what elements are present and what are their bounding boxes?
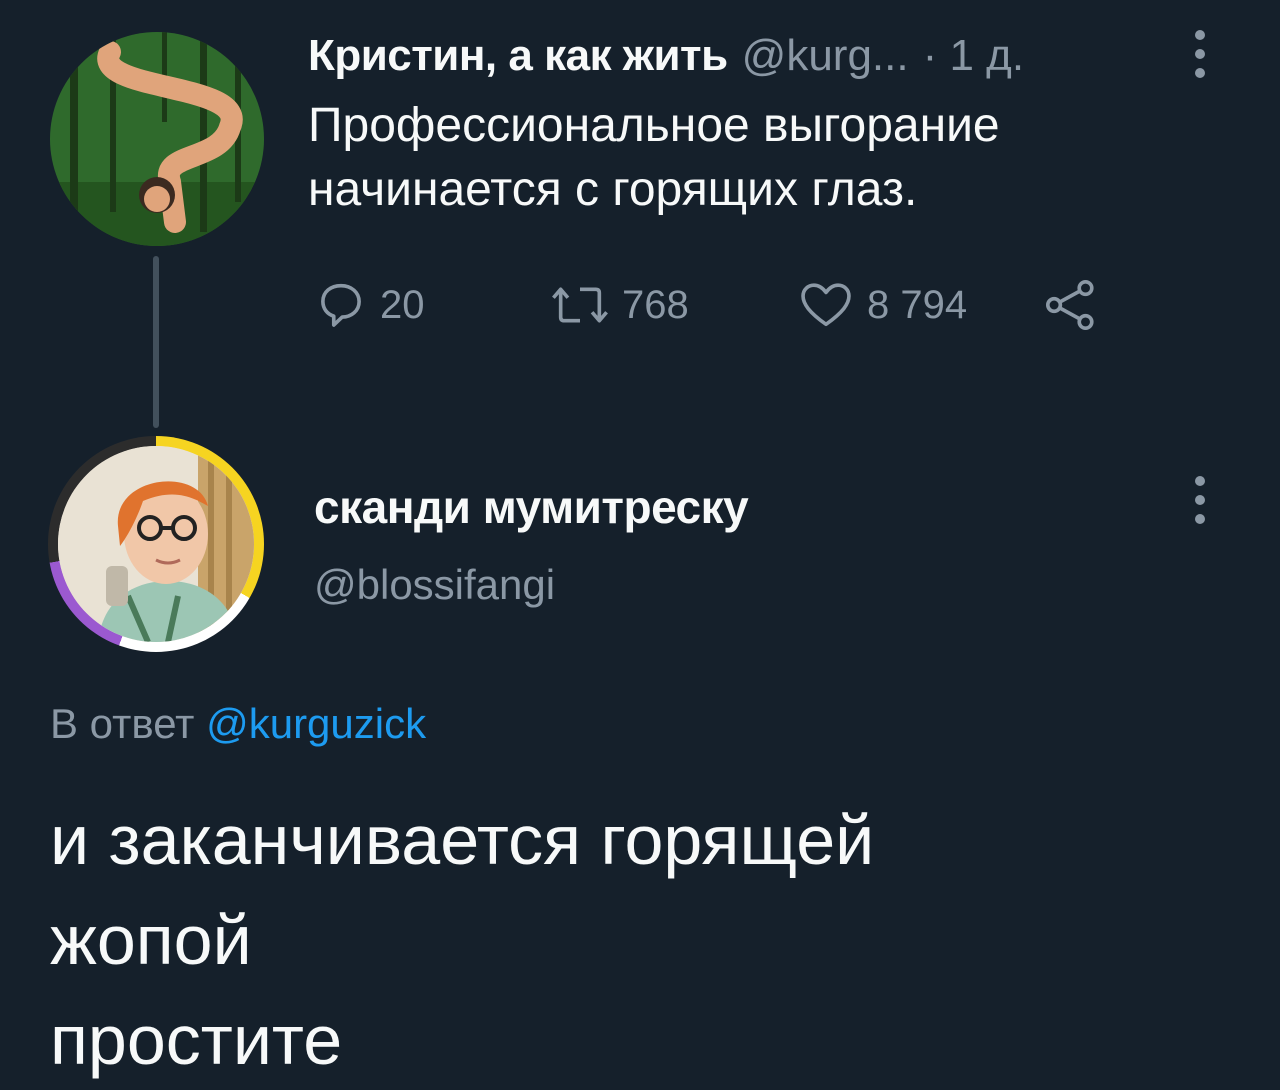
reply-context-label: В ответ: [50, 700, 195, 747]
reply-icon: [321, 283, 361, 327]
more-vertical-icon[interactable]: [1193, 476, 1207, 524]
like-button[interactable]: 8 794: [795, 276, 967, 334]
tweet-text-line: жопой: [50, 901, 252, 979]
more-vertical-icon[interactable]: [1193, 30, 1207, 78]
tweet-timestamp[interactable]: · 1 д.: [923, 31, 1024, 81]
author-handle[interactable]: @kurg...: [742, 31, 909, 81]
tweet-header: Кристин, а как жить @kurg... · 1 д.: [308, 28, 1024, 84]
tweet-text: Профессиональное выгорание начинается с …: [308, 99, 1000, 216]
author-display-name[interactable]: Кристин, а как жить: [308, 31, 728, 81]
like-count: 8 794: [867, 282, 968, 327]
retweet-button[interactable]: 768: [548, 276, 689, 334]
thread-connector-line: [153, 256, 159, 428]
reply-mention-link[interactable]: @kurguzick: [206, 700, 426, 747]
reply-context: В ответ @kurguzick: [50, 700, 426, 748]
tweet-text-line: простите: [50, 1001, 343, 1079]
share-button[interactable]: [1040, 276, 1102, 334]
retweet-icon: [552, 287, 608, 323]
author-handle[interactable]: @blossifangi: [314, 561, 555, 609]
avatar[interactable]: [50, 32, 264, 246]
like-icon: [801, 283, 851, 327]
avatar-image: [50, 32, 264, 246]
reply-count: 20: [380, 282, 425, 327]
avatar[interactable]: [48, 436, 264, 652]
avatar-image: [58, 446, 254, 642]
tweet-text: и заканчивается горящей жопой простите: [50, 790, 1230, 1090]
retweet-count: 768: [622, 282, 689, 327]
reply-button[interactable]: 20: [312, 276, 425, 334]
tweet-text-line: и заканчивается горящей: [50, 801, 875, 879]
share-icon: [1045, 279, 1094, 331]
author-display-name[interactable]: сканди мумитреску: [314, 480, 749, 534]
